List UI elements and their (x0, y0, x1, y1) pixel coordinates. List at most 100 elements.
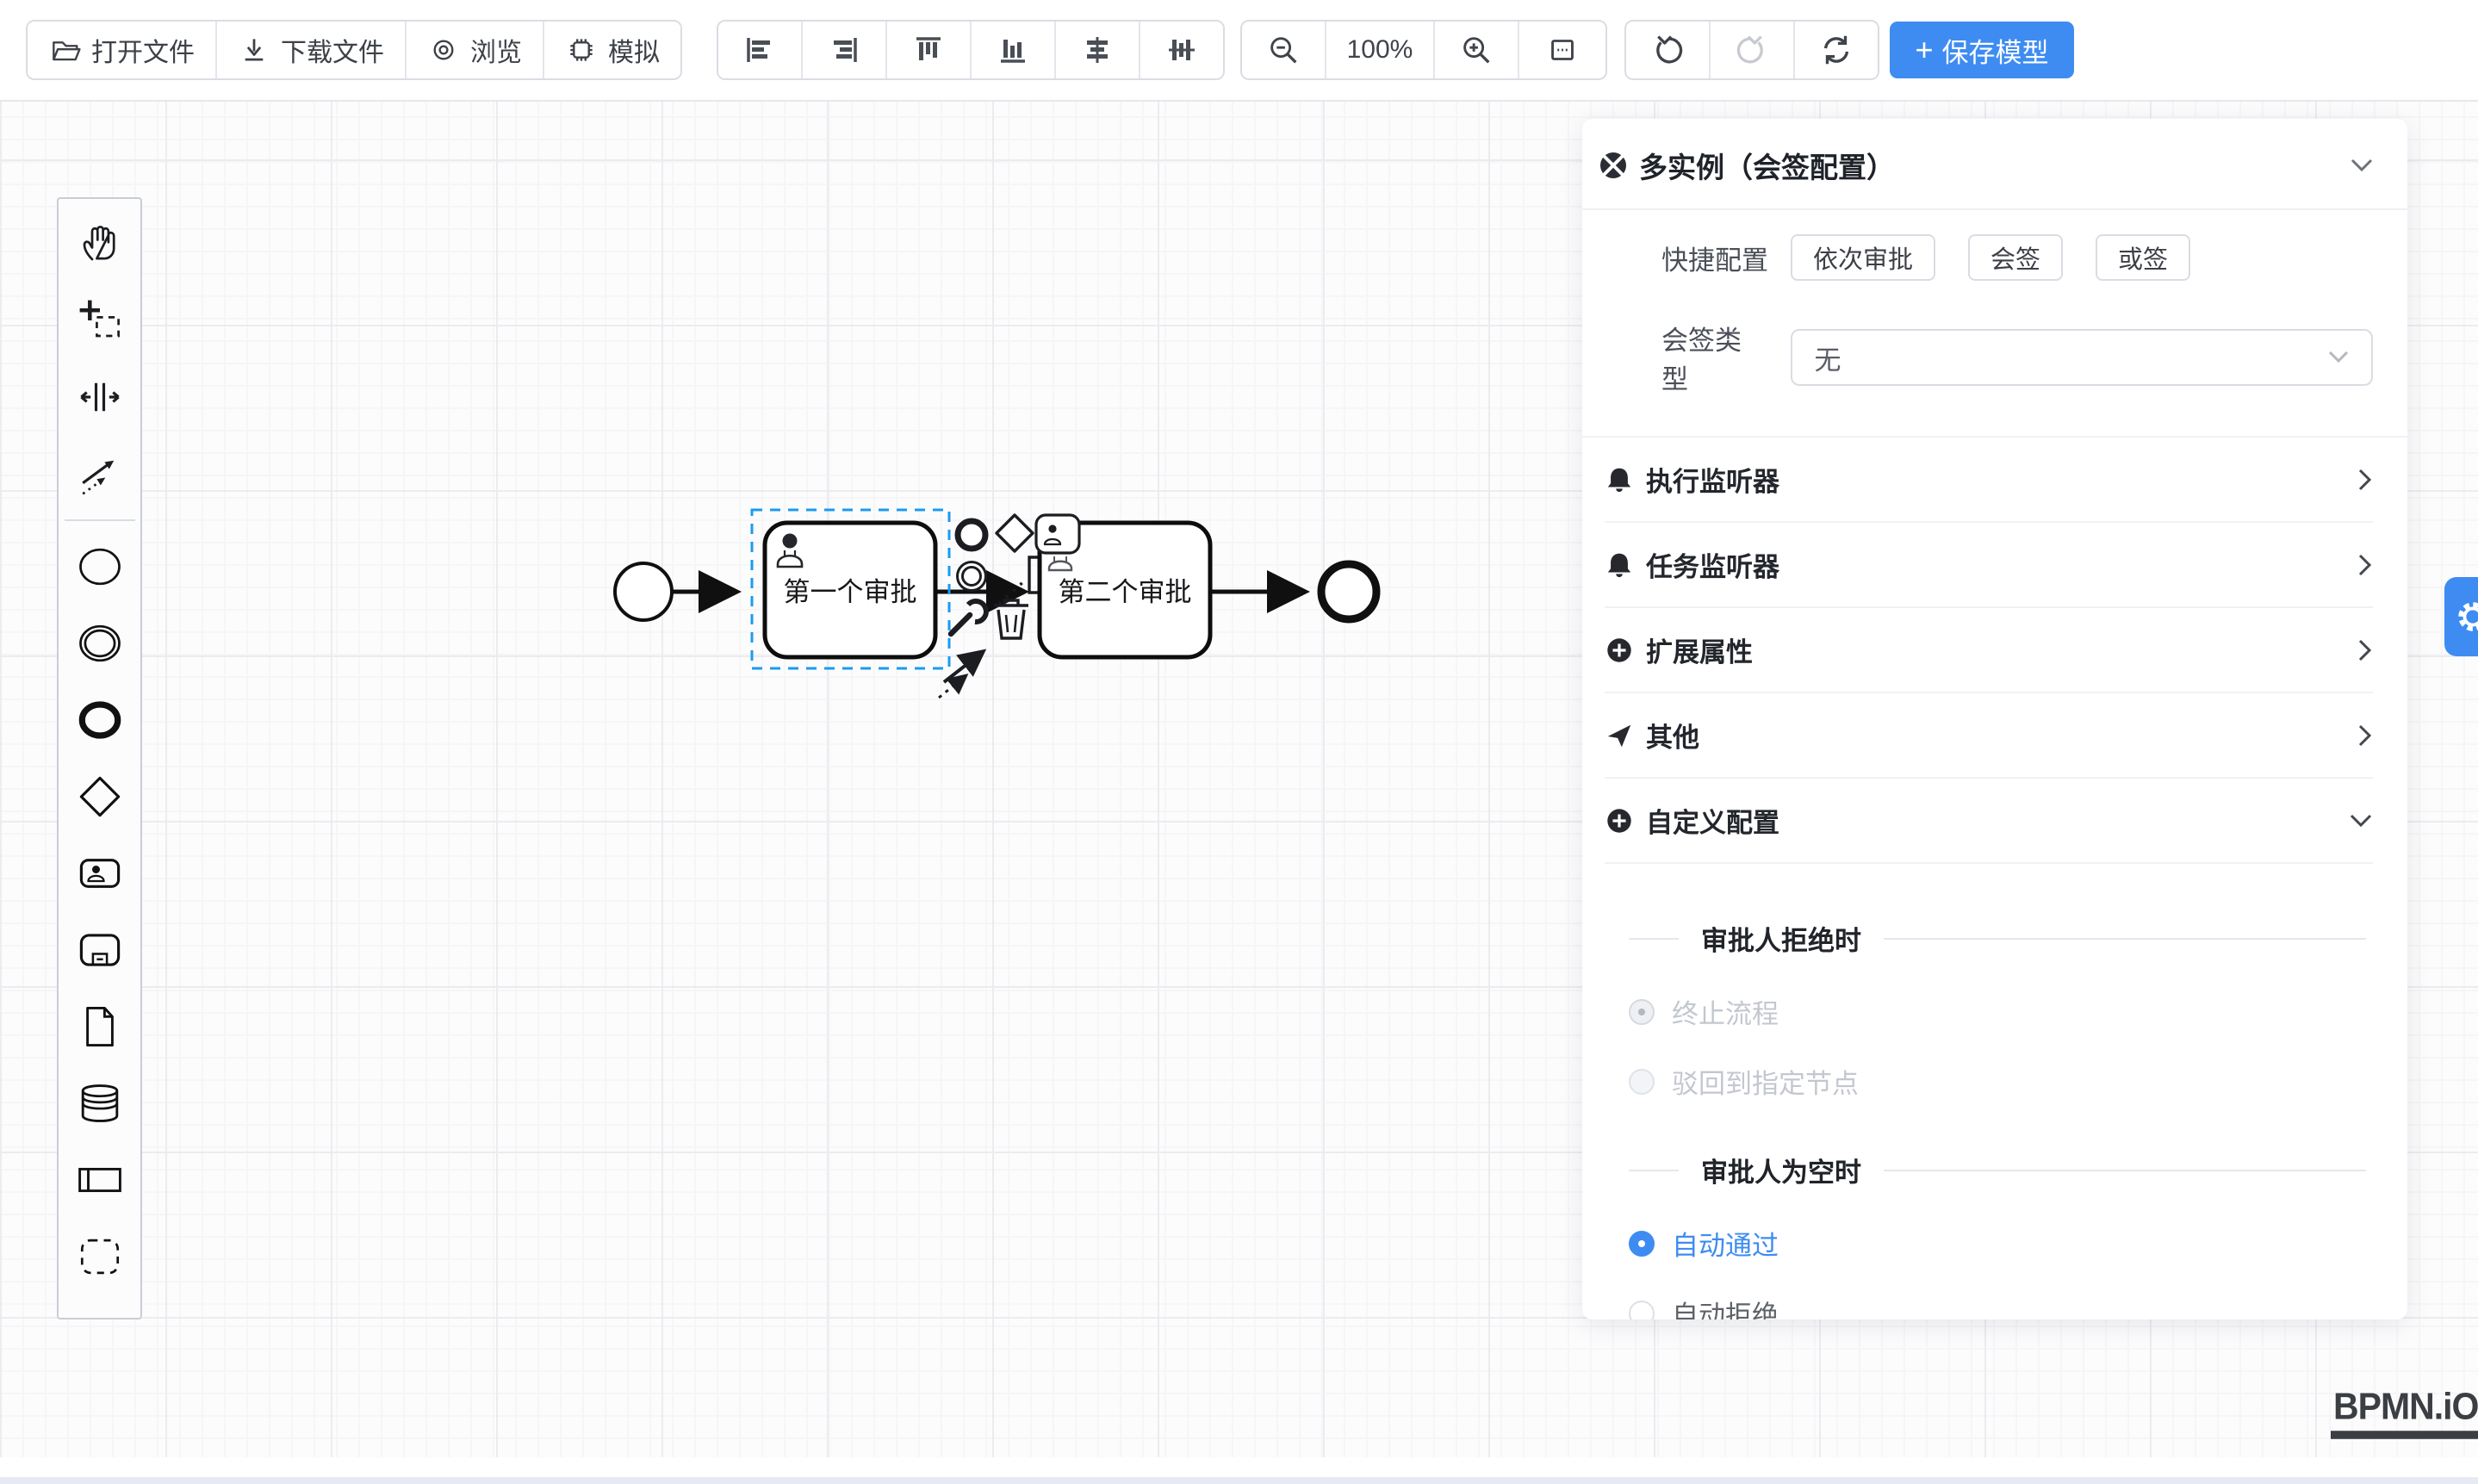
zoom-out-icon (1265, 32, 1301, 68)
start-event-icon[interactable] (75, 543, 125, 591)
fit-viewport-icon (1544, 32, 1581, 68)
section-extension-properties[interactable]: 扩展属性 (1605, 608, 2373, 693)
subprocess-icon[interactable] (75, 926, 125, 974)
radio-auto-reject[interactable]: 自动拒绝 (1629, 1294, 2366, 1319)
intermediate-event-icon[interactable] (75, 619, 125, 667)
radio-return-to-node[interactable]: 驳回到指定节点 (1629, 1062, 2366, 1101)
chevron-right-icon (2357, 723, 2373, 748)
approver-empty-title: 审批人为空时 (1701, 1151, 1861, 1189)
radio-icon (1629, 1301, 1655, 1320)
chevron-down-icon (2349, 813, 2373, 829)
browse-button[interactable]: 浏览 (405, 22, 543, 78)
zoom-out-button[interactable] (1242, 22, 1325, 78)
section-label: 执行监听器 (1646, 460, 2357, 499)
sign-type-value: 无 (1815, 338, 1841, 377)
align-center-vertical-icon (1164, 33, 1199, 67)
append-user-task-icon[interactable] (1036, 515, 1079, 553)
quick-option-countersign-button[interactable]: 会签 (1968, 234, 2063, 281)
zoom-button-group: 100% (1240, 20, 1607, 80)
zoom-level-display[interactable]: 100% (1325, 22, 1433, 78)
task-1-label: 第一个审批 (784, 577, 917, 607)
radio-terminate-process[interactable]: 终止流程 (1629, 992, 2366, 1031)
browse-label: 浏览 (470, 31, 522, 69)
data-object-icon[interactable] (75, 1003, 125, 1051)
gateway-icon[interactable] (75, 773, 125, 821)
open-file-label: 打开文件 (91, 31, 195, 69)
participant-icon[interactable] (75, 1156, 125, 1204)
align-top-button[interactable] (885, 22, 970, 78)
section-execution-listener[interactable]: 执行监听器 (1605, 438, 2373, 523)
user-task-1-shape[interactable]: 第一个审批 (765, 523, 935, 657)
align-button-group (717, 20, 1225, 80)
quick-config-label: 快捷配置 (1661, 239, 1768, 277)
section-other[interactable]: 其他 (1605, 693, 2373, 779)
chevron-down-icon[interactable] (2351, 158, 2373, 173)
append-intermediate-event-icon[interactable] (958, 562, 986, 591)
end-event-icon[interactable] (75, 696, 125, 744)
append-end-event-icon[interactable] (958, 521, 985, 549)
section-custom-config[interactable]: 自定义配置 (1605, 779, 2373, 864)
align-bottom-icon (996, 33, 1030, 67)
file-button-group: 打开文件 下载文件 浏览 模拟 (26, 20, 682, 80)
toolbar: 打开文件 下载文件 浏览 模拟 (0, 0, 2478, 102)
trash-icon[interactable] (994, 600, 1028, 638)
approver-reject-title: 审批人拒绝时 (1701, 919, 1861, 958)
end-event-shape[interactable] (1321, 564, 1376, 619)
connect-tool-icon[interactable] (939, 651, 984, 698)
quick-option-sequential-button[interactable]: 依次审批 (1791, 234, 1935, 281)
simulate-button[interactable]: 模拟 (543, 22, 680, 78)
align-center-vertical-button[interactable] (1139, 22, 1223, 78)
chevron-right-icon (2357, 468, 2373, 492)
section-task-listener[interactable]: 任务监听器 (1605, 523, 2373, 608)
context-pad (939, 515, 1044, 698)
fit-viewport-button[interactable] (1518, 22, 1605, 78)
undo-icon (1649, 32, 1686, 68)
bell-icon (1605, 550, 1634, 580)
align-left-icon (742, 33, 777, 67)
align-left-button[interactable] (718, 22, 801, 78)
chevron-right-icon (2357, 553, 2373, 577)
approver-empty-divider: 审批人为空时 (1629, 1151, 2366, 1189)
redo-button[interactable] (1709, 22, 1793, 78)
append-gateway-icon[interactable] (997, 515, 1033, 551)
lasso-tool-icon[interactable] (75, 296, 125, 345)
append-text-annotation-icon[interactable] (999, 557, 1044, 604)
gear-icon (2455, 599, 2478, 635)
radio-label: 终止流程 (1672, 992, 1779, 1031)
sign-type-select[interactable]: 无 (1791, 329, 2374, 386)
space-tool-icon[interactable] (75, 373, 125, 421)
align-right-icon (827, 33, 861, 67)
approver-reject-divider: 审批人拒绝时 (1629, 919, 2366, 958)
panel-header[interactable]: 多实例（会签配置） (1582, 119, 2407, 186)
align-right-button[interactable] (801, 22, 885, 78)
send-icon (1605, 721, 1634, 750)
align-center-horizontal-icon (1080, 33, 1115, 67)
download-file-button[interactable]: 下载文件 (215, 22, 405, 78)
reset-button[interactable] (1793, 22, 1878, 78)
wrench-icon[interactable] (951, 601, 986, 634)
bpmn-io-logo[interactable]: BPMN.iO (2331, 1385, 2478, 1439)
start-event-shape[interactable] (615, 563, 672, 620)
plus-circle-icon (1605, 636, 1634, 665)
global-connect-icon[interactable] (75, 450, 125, 498)
settings-tab[interactable] (2444, 577, 2478, 656)
hand-tool-icon[interactable] (75, 220, 125, 268)
user-task-icon[interactable] (75, 849, 125, 897)
zoom-in-button[interactable] (1433, 22, 1518, 78)
group-icon[interactable] (75, 1233, 125, 1281)
undo-button[interactable] (1626, 22, 1709, 78)
horizontal-scrollbar[interactable] (0, 1477, 2478, 1484)
align-bottom-button[interactable] (970, 22, 1054, 78)
save-model-button[interactable]: + 保存模型 (1890, 22, 2074, 78)
chip-icon (565, 34, 598, 66)
open-file-button[interactable]: 打开文件 (28, 22, 215, 78)
data-store-icon[interactable] (75, 1079, 125, 1127)
section-label: 自定义配置 (1646, 801, 2349, 840)
radio-auto-pass[interactable]: 自动通过 (1629, 1224, 2366, 1263)
divider (1582, 208, 2407, 210)
align-center-horizontal-button[interactable] (1054, 22, 1139, 78)
quick-option-label: 依次审批 (1813, 239, 1913, 276)
quick-option-orsign-button[interactable]: 或签 (2096, 234, 2190, 281)
simulate-label: 模拟 (608, 31, 660, 69)
shape-palette (57, 197, 142, 1319)
